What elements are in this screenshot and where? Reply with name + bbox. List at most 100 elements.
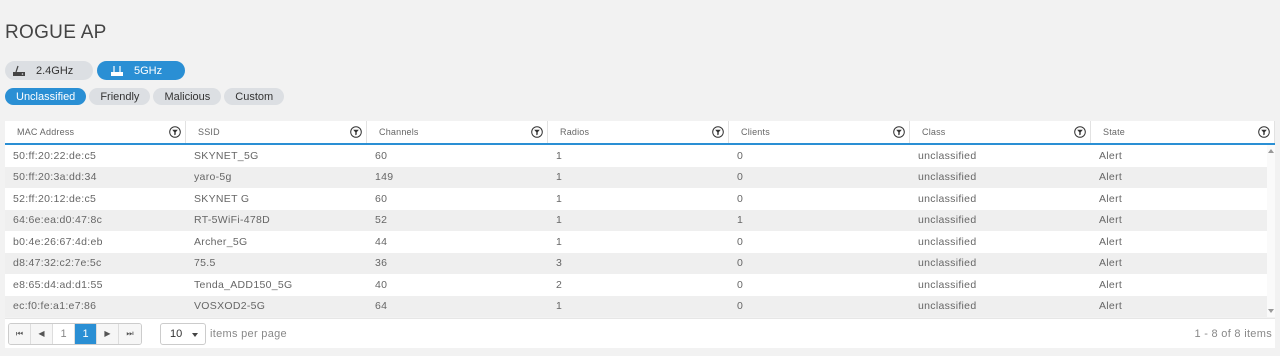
cell-mac-address: 50:ff:20:22:de:c5: [13, 149, 97, 162]
funnel-icon[interactable]: [712, 126, 724, 138]
cell-mac-address: b0:4e:26:67:4d:eb: [13, 235, 103, 248]
next-page-icon: ▶: [104, 329, 111, 338]
filter-custom-button[interactable]: Custom: [224, 88, 285, 105]
funnel-icon[interactable]: [1258, 126, 1270, 138]
filter-friendly-button[interactable]: Friendly: [89, 88, 151, 105]
cell-ssid: RT-5WiFi-478D: [194, 214, 271, 227]
cell-ssid: SKYNET_5G: [194, 149, 259, 162]
cell-mac-address: 50:ff:20:3a:dd:34: [13, 171, 97, 184]
cell-clients: 0: [737, 300, 744, 313]
table-row[interactable]: ec:f0:fe:a1:e7:86 VOSXOD2-5G 64 1 0 unclassif…: [5, 295, 1275, 317]
cell-class: unclassified: [918, 171, 977, 184]
column-header-ssid[interactable]: SSID: [186, 121, 367, 143]
cell-radios: 2: [556, 278, 563, 291]
cell-ssid: 75.5: [194, 257, 216, 270]
prev-page-button[interactable]: ◀: [31, 323, 53, 344]
band-2-4ghz-button[interactable]: 2.4GHz: [5, 61, 93, 80]
page-title: ROGUE AP: [5, 22, 107, 43]
cell-channels: 44: [375, 235, 388, 248]
page-size-value: 10: [170, 327, 183, 340]
cell-radios: 1: [556, 300, 563, 313]
table-row[interactable]: 64:6e:ea:d0:47:8c RT-5WiFi-478D 52 1 1 unclas…: [5, 209, 1275, 231]
cell-mac-address: 64:6e:ea:d0:47:8c: [13, 214, 103, 227]
first-page-button[interactable]: ⏮: [9, 323, 31, 344]
cell-channels: 149: [375, 171, 394, 184]
cell-state: Alert: [1099, 235, 1123, 248]
funnel-icon[interactable]: [350, 126, 362, 138]
column-header-mac-address[interactable]: MAC Address: [5, 121, 186, 143]
cell-channels: 60: [375, 192, 388, 205]
cell-ssid: Archer_5G: [194, 235, 248, 248]
column-header-class[interactable]: Class: [910, 121, 1091, 143]
funnel-icon[interactable]: [1074, 126, 1086, 138]
cell-radios: 3: [556, 257, 563, 270]
next-page-button[interactable]: ▶: [97, 323, 119, 344]
page-size-label: items per page: [210, 327, 287, 340]
cell-clients: 0: [737, 171, 744, 184]
filter-malicious-button[interactable]: Malicious: [153, 88, 222, 105]
column-label: State: [1103, 127, 1126, 137]
funnel-icon[interactable]: [531, 126, 543, 138]
cell-state: Alert: [1099, 300, 1123, 313]
cell-state: Alert: [1099, 171, 1123, 184]
column-header-channels[interactable]: Channels: [367, 121, 548, 143]
cell-clients: 0: [737, 149, 744, 162]
cell-channels: 40: [375, 278, 388, 291]
cell-ssid: VOSXOD2-5G: [194, 300, 266, 313]
band-toggle: 2.4GHz 5GHz: [5, 61, 185, 80]
cell-class: unclassified: [918, 300, 977, 313]
page-size-select[interactable]: 10: [160, 322, 206, 345]
cell-class: unclassified: [918, 192, 977, 205]
router-icon: [13, 65, 25, 76]
last-page-button[interactable]: ⏭: [119, 323, 141, 344]
column-header-state[interactable]: State: [1091, 121, 1275, 143]
table-body: 50:ff:20:22:de:c5 SKYNET_5G 60 1 0 unclassifi…: [5, 145, 1275, 317]
cell-clients: 0: [737, 278, 744, 291]
cell-channels: 52: [375, 214, 388, 227]
cell-radios: 1: [556, 171, 563, 184]
cell-state: Alert: [1099, 214, 1123, 227]
column-label: MAC Address: [17, 127, 75, 137]
funnel-icon[interactable]: [893, 126, 905, 138]
column-label: Radios: [560, 127, 590, 137]
page-number-button[interactable]: 1: [53, 323, 75, 344]
cell-class: unclassified: [918, 278, 977, 291]
table-row[interactable]: 50:ff:20:3a:dd:34 yaro-5g 149 1 0 unclassifie…: [5, 166, 1275, 188]
cell-class: unclassified: [918, 257, 977, 270]
filter-unclassified-button[interactable]: Unclassified: [5, 88, 87, 105]
cell-channels: 64: [375, 300, 388, 313]
table-row[interactable]: d8:47:32:c2:7e:5c 75.5 36 3 0 unclassified Ale…: [5, 252, 1275, 274]
table-header: MAC Address SSID Channels Radios Clients Clas…: [5, 121, 1275, 145]
cell-radios: 1: [556, 149, 563, 162]
cell-state: Alert: [1099, 192, 1123, 205]
scroll-up-icon[interactable]: [1268, 149, 1274, 153]
current-page-button[interactable]: 1: [75, 323, 97, 344]
funnel-icon[interactable]: [169, 126, 181, 138]
last-page-icon: ⏭: [126, 328, 134, 338]
band-5ghz-button[interactable]: 5GHz: [97, 61, 185, 80]
cell-state: Alert: [1099, 257, 1123, 270]
table-row[interactable]: e8:65:d4:ad:d1:55 Tenda_ADD150_5G 40 2 0 uncl…: [5, 274, 1275, 296]
router-icon: [111, 65, 123, 76]
column-label: SSID: [198, 127, 220, 137]
first-page-icon: ⏮: [15, 328, 24, 338]
table-row[interactable]: 52:ff:20:12:de:c5 SKYNET G 60 1 0 unclassifie…: [5, 188, 1275, 210]
cell-ssid: SKYNET G: [194, 192, 250, 205]
chevron-down-icon: [192, 332, 198, 337]
scroll-down-icon[interactable]: [1268, 309, 1274, 313]
column-header-radios[interactable]: Radios: [548, 121, 729, 143]
cell-clients: 0: [737, 235, 744, 248]
cell-clients: 1: [737, 214, 744, 227]
column-header-clients[interactable]: Clients: [729, 121, 910, 143]
column-label: Clients: [741, 127, 770, 137]
table-row[interactable]: b0:4e:26:67:4d:eb Archer_5G 44 1 0 unclassifi…: [5, 231, 1275, 253]
column-label: Class: [922, 127, 946, 137]
cell-ssid: Tenda_ADD150_5G: [194, 278, 293, 291]
cell-channels: 60: [375, 149, 388, 162]
cell-class: unclassified: [918, 149, 977, 162]
cell-channels: 36: [375, 257, 388, 270]
table-row[interactable]: 50:ff:20:22:de:c5 SKYNET_5G 60 1 0 unclassifi…: [5, 145, 1275, 167]
vertical-scrollbar[interactable]: [1267, 145, 1275, 317]
cell-radios: 1: [556, 235, 563, 248]
cell-radios: 1: [556, 192, 563, 205]
